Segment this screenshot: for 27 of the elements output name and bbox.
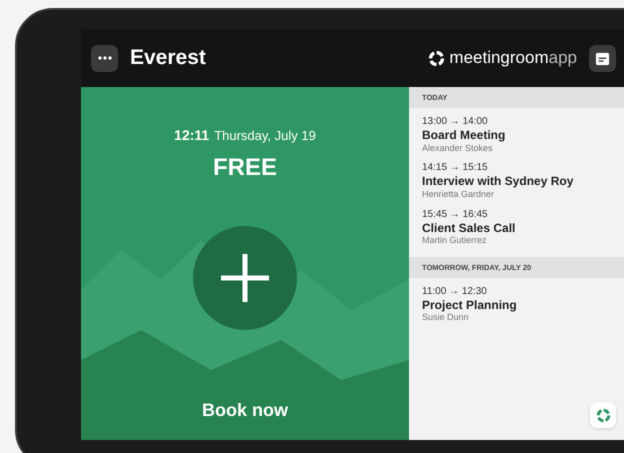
room-status: FREE	[212, 153, 277, 183]
event-organizer: Susie Dunn	[422, 312, 470, 324]
brand-name: meetingroom	[449, 48, 549, 68]
current-time: 12:11	[174, 126, 210, 145]
event-organizer: Henrietta Gardner	[422, 188, 496, 200]
plus-icon	[221, 254, 269, 302]
event-time: 11:00 → 12:30	[422, 286, 488, 298]
event-time: 14:15 → 15:15	[422, 162, 489, 174]
event-title: Board Meeting	[422, 128, 506, 143]
brand-suffix: app	[548, 48, 577, 68]
event-organizer: Martin Gutierrez	[422, 235, 488, 246]
ring-logo-icon	[596, 408, 610, 422]
more-icon	[98, 56, 112, 60]
book-now-button[interactable]: Book now	[196, 395, 294, 426]
event-title: Project Planning	[422, 298, 518, 312]
event-title: Client Sales Call	[422, 220, 516, 236]
ring-logo-icon	[428, 50, 446, 66]
current-date: Thursday, July 19	[214, 127, 316, 145]
event-time: 13:00 → 14:00	[422, 116, 489, 128]
more-button[interactable]	[91, 44, 118, 72]
event-time: 15:45 → 16:45	[422, 208, 489, 221]
event-organizer: Alexander Stokes	[422, 142, 494, 154]
app-logo-button[interactable]	[590, 402, 616, 428]
calendar-icon	[595, 50, 610, 66]
calendar-button[interactable]	[589, 44, 616, 72]
room-title: Everest	[130, 45, 206, 72]
event-title: Interview with Sydney Roy	[422, 174, 574, 189]
